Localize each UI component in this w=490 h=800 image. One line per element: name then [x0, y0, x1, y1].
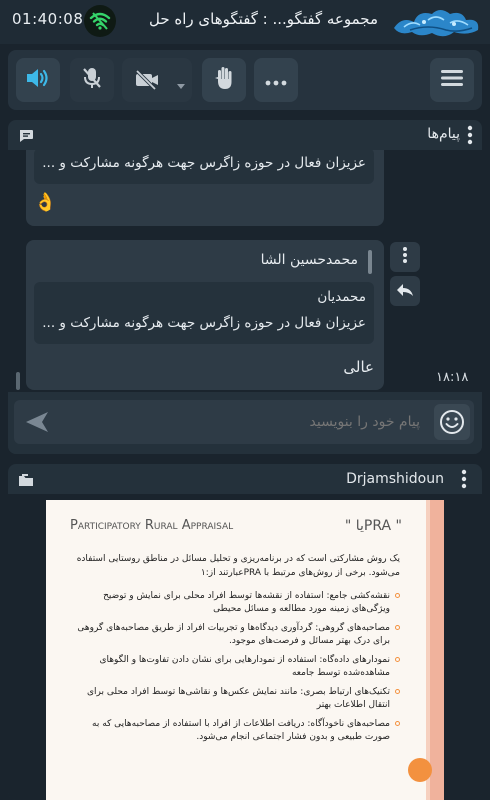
message-bubble: عزیزان فعال در حوزه زاگرس جهت هرگونه مشا…	[26, 150, 384, 226]
message-composer	[8, 392, 482, 454]
connection-signal-icon[interactable]	[84, 5, 116, 37]
speaker-button[interactable]	[16, 58, 60, 102]
presentation-panel-header: Drjamshidoun	[8, 464, 482, 494]
chat-panel-header: پیام‌ها	[8, 120, 482, 150]
bullet-marker	[395, 657, 400, 662]
message-input[interactable]	[64, 406, 420, 438]
quoted-message: محمدیان عزیزان فعال در حوزه زاگرس جهت هر…	[34, 282, 374, 344]
scrollbar-thumb[interactable]	[16, 372, 20, 390]
slide-intro: یک روش مشارکتی است که در برنامه‌ریزی و ت…	[76, 554, 400, 578]
bullet-marker	[395, 721, 400, 726]
bullet-text: مصاحبه‌های گروهی: گردآوری دیدگاه‌ها و تج…	[77, 623, 390, 646]
message-body: عالی	[343, 358, 374, 376]
more-options-button[interactable]	[254, 58, 298, 102]
hamburger-menu-icon	[441, 69, 463, 91]
camera-off-icon	[134, 69, 160, 95]
presentation-menu-icon[interactable]	[460, 469, 468, 489]
more-horizontal-icon	[265, 71, 287, 90]
chat-panel-menu-icon[interactable]	[466, 125, 474, 145]
bullet-text: مصاحبه‌های ناخودآگاه: دریافت اطلاعات از …	[92, 719, 390, 742]
menu-button[interactable]	[430, 58, 474, 102]
presentation-slide: Participatory Rural Appraisal " PRAیا " …	[46, 500, 444, 800]
message-time: ۱۸:۱۸	[436, 370, 469, 385]
slide-bullet: نقشه‌کشی جامع: استفاده از نقشه‌ها توسط ا…	[70, 590, 400, 616]
hand-icon	[213, 65, 235, 95]
chat-panel: پیام‌ها عزیزان فعال در حوزه زاگرس جهت هر…	[8, 120, 482, 454]
message-list[interactable]: عزیزان فعال در حوزه زاگرس جهت هرگونه مشا…	[8, 150, 482, 392]
smiley-icon	[440, 410, 464, 434]
top-bar: 01:40:08 مجموعه گفتگو... : گفتگوهای راه …	[0, 0, 490, 44]
camera-button[interactable]	[122, 58, 192, 102]
bullet-marker	[395, 625, 400, 630]
quoted-message: عزیزان فعال در حوزه زاگرس جهت هرگونه مشا…	[34, 150, 374, 184]
bullet-text: نمودارهای داده‌گاه: استفاده از نمودارهای…	[99, 655, 390, 678]
slide-bullet: نمودارهای داده‌گاه: استفاده از نمودارهای…	[70, 654, 400, 680]
more-vertical-icon	[402, 246, 408, 268]
folder-icon	[18, 472, 34, 491]
elapsed-clock: 01:40:08	[12, 10, 84, 28]
microphone-off-icon	[81, 66, 103, 94]
raise-hand-button[interactable]	[202, 58, 246, 102]
quoted-text: عزیزان فعال در حوزه زاگرس جهت هرگونه مشا…	[42, 155, 366, 171]
bullet-marker	[395, 593, 400, 598]
quoted-text: عزیزان فعال در حوزه زاگرس جهت هرگونه مشا…	[42, 315, 366, 331]
bullet-text: نقشه‌کشی جامع: استفاده از نقشه‌ها توسط ا…	[103, 591, 390, 614]
message-bubble: محمدحسین الشا محمدیان عزیزان فعال در حوز…	[26, 240, 384, 390]
presentation-panel: Drjamshidoun Participatory Rural Apprais…	[8, 464, 482, 800]
message-input-wrap	[14, 400, 474, 444]
chevron-down-icon[interactable]	[176, 76, 186, 95]
message-body: 👌	[34, 192, 57, 213]
cloud-logo-icon	[388, 2, 484, 42]
slide-bullet: تکنیک‌های ارتباط بصری: مانند نمایش عکس‌ه…	[70, 686, 400, 712]
call-toolbar	[8, 50, 482, 110]
session-title: مجموعه گفتگو... : گفتگوهای راه حل	[148, 10, 378, 28]
reply-button[interactable]	[390, 276, 420, 306]
orange-dot-decoration	[408, 758, 432, 782]
slide-bullets: نقشه‌کشی جامع: استفاده از نقشه‌ها توسط ا…	[70, 590, 400, 750]
slide-bullet: مصاحبه‌های گروهی: گردآوری دیدگاه‌ها و تج…	[70, 622, 400, 648]
message-menu-button[interactable]	[390, 242, 420, 272]
chat-panel-title: پیام‌ها	[427, 126, 460, 142]
slide-title-english: Participatory Rural Appraisal	[70, 518, 234, 533]
reply-icon	[396, 282, 414, 301]
sender-accent-bar	[368, 250, 372, 274]
presenter-name: Drjamshidoun	[346, 471, 444, 487]
chat-bubble-icon	[18, 128, 34, 147]
slide-title-prefix: " PRAیا "	[344, 518, 402, 534]
message-sender: محمدحسین الشا	[260, 252, 358, 268]
slide-side-stripe	[430, 500, 444, 800]
slide-bullet: مصاحبه‌های ناخودآگاه: دریافت اطلاعات از …	[70, 718, 400, 744]
emoji-button[interactable]	[434, 404, 470, 440]
speaker-icon	[25, 66, 51, 94]
send-icon[interactable]	[24, 411, 50, 437]
slide-side-stripe-inner	[426, 500, 430, 800]
quoted-author: محمدیان	[317, 289, 366, 305]
bullet-marker	[395, 689, 400, 694]
microphone-button[interactable]	[70, 58, 114, 102]
bullet-text: تکنیک‌های ارتباط بصری: مانند نمایش عکس‌ه…	[86, 687, 390, 710]
